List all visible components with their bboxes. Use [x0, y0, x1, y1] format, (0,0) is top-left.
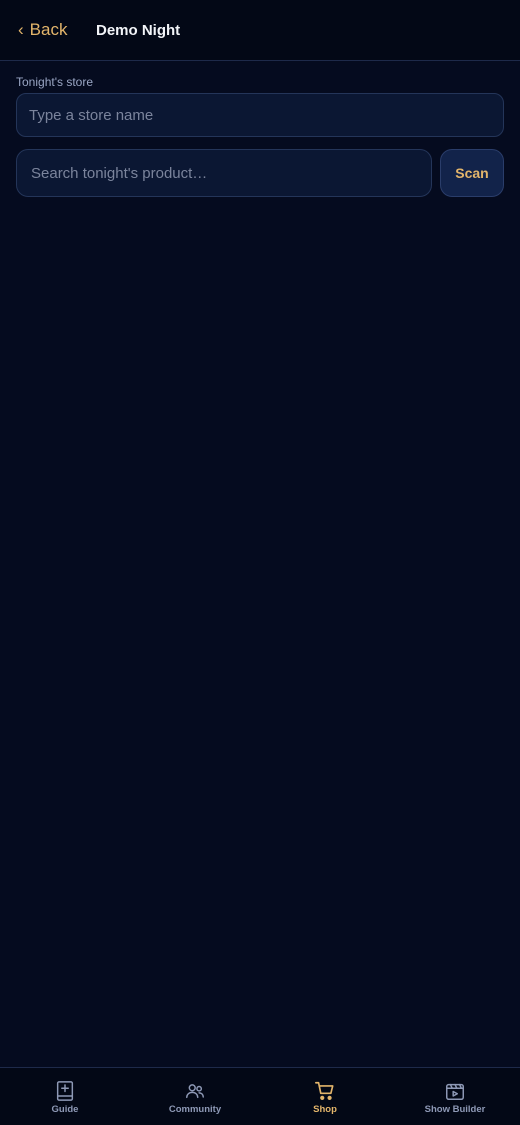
product-search-input[interactable]: [16, 149, 432, 197]
book-plus-icon: [56, 1081, 74, 1101]
page-title: Demo Night: [96, 22, 181, 39]
bottom-tab-bar: Guide Community Shop Show Builder: [0, 1067, 520, 1125]
tab-guide[interactable]: Guide: [0, 1068, 130, 1125]
back-button[interactable]: ‹ Back: [18, 19, 67, 41]
tab-shop-label: Shop: [313, 1104, 337, 1115]
tab-show-builder-label: Show Builder: [424, 1104, 486, 1115]
tab-guide-label: Guide: [51, 1104, 79, 1115]
clapperboard-icon: [446, 1083, 464, 1100]
store-name-input[interactable]: [16, 93, 504, 137]
store-field-label: Tonight's store: [16, 75, 93, 89]
tab-shop[interactable]: Shop: [260, 1068, 390, 1125]
people-icon: [186, 1084, 204, 1099]
chevron-left-icon: ‹: [18, 20, 24, 39]
tab-community[interactable]: Community: [130, 1068, 260, 1125]
back-label: Back: [29, 20, 68, 39]
cart-icon: [315, 1081, 334, 1100]
top-bar: ‹ Back Demo Night: [0, 0, 520, 61]
tab-community-label: Community: [168, 1104, 222, 1115]
tab-show-builder[interactable]: Show Builder: [390, 1068, 520, 1125]
scan-button[interactable]: Scan: [440, 149, 504, 197]
app-root: ‹ Back Demo Night Tonight's store Scan G…: [0, 0, 520, 1125]
